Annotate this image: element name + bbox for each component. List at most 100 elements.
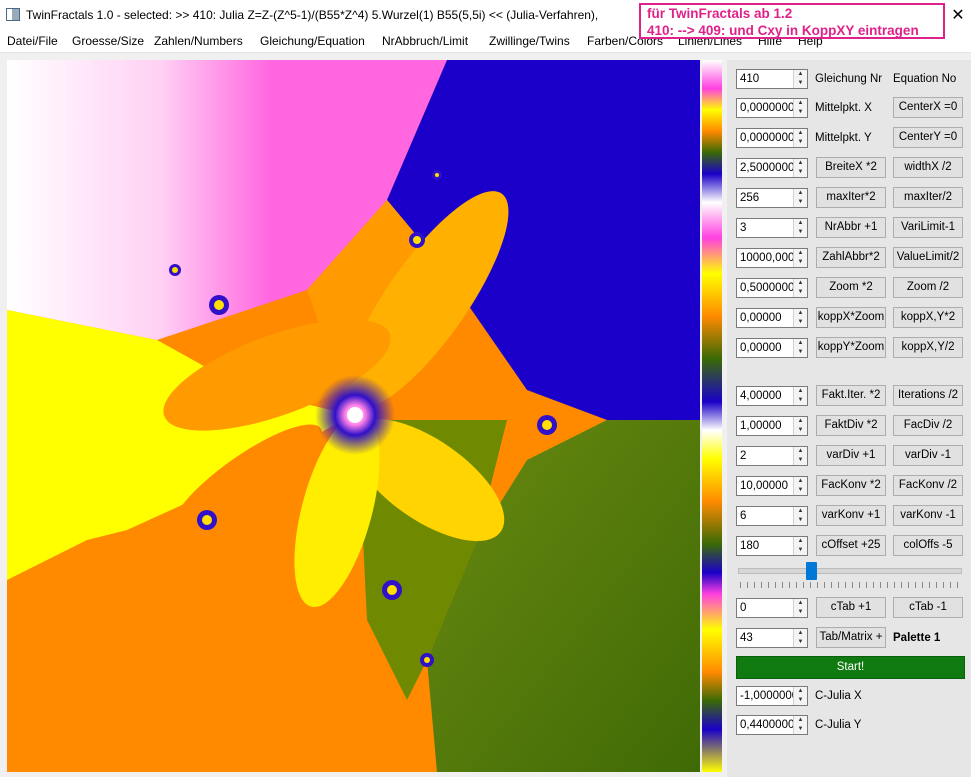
max-iter-input[interactable]: 256 ▲ ▼ <box>736 188 808 208</box>
spin-buttons[interactable]: ▲ ▼ <box>793 687 807 705</box>
zahl-abbr-double-button[interactable]: ZahlAbbr*2 <box>816 247 886 268</box>
nr-abbr-plus-button[interactable]: NrAbbr +1 <box>816 217 886 238</box>
kopp-x-zoom-button[interactable]: koppX*Zoom <box>816 307 886 328</box>
center-x-reset-button[interactable]: CenterX =0 <box>893 97 963 118</box>
spin-up-icon[interactable]: ▲ <box>794 70 807 79</box>
spin-up-icon[interactable]: ▲ <box>794 687 807 696</box>
fakt-div-input[interactable]: 1,00000 ▲ ▼ <box>736 416 808 436</box>
spin-up-icon[interactable]: ▲ <box>794 599 807 608</box>
spin-down-icon[interactable]: ▼ <box>794 258 807 267</box>
nr-abbr-input[interactable]: 3 ▲ ▼ <box>736 218 808 238</box>
c-tab-minus-button[interactable]: cTab -1 <box>893 597 963 618</box>
c-tab-input[interactable]: 0 ▲ ▼ <box>736 598 808 618</box>
spin-down-icon[interactable]: ▼ <box>794 79 807 88</box>
spin-down-icon[interactable]: ▼ <box>794 108 807 117</box>
spin-buttons[interactable]: ▲ ▼ <box>793 129 807 147</box>
spin-buttons[interactable]: ▲ ▼ <box>793 249 807 267</box>
c-julia-y-input[interactable]: 0,4400000 ▲ ▼ <box>736 715 808 735</box>
spin-up-icon[interactable]: ▲ <box>794 417 807 426</box>
kopp-x-input[interactable]: 0,00000 ▲ ▼ <box>736 308 808 328</box>
fac-konv-half-button[interactable]: FacKonv /2 <box>893 475 963 496</box>
var-div-plus-button[interactable]: varDiv +1 <box>816 445 886 466</box>
center-y-reset-button[interactable]: CenterY =0 <box>893 127 963 148</box>
zoom-half-button[interactable]: Zoom /2 <box>893 277 963 298</box>
spin-up-icon[interactable]: ▲ <box>794 159 807 168</box>
spin-up-icon[interactable]: ▲ <box>794 387 807 396</box>
kopp-xy-half-button[interactable]: koppX,Y/2 <box>893 337 963 358</box>
c-offset-plus-button[interactable]: cOffset +25 <box>816 535 886 556</box>
spin-down-icon[interactable]: ▼ <box>794 696 807 705</box>
spin-buttons[interactable]: ▲ ▼ <box>793 309 807 327</box>
value-limit-half-button[interactable]: ValueLimit/2 <box>893 247 963 268</box>
spin-down-icon[interactable]: ▼ <box>794 456 807 465</box>
var-konv-minus-button[interactable]: varKonv -1 <box>893 505 963 526</box>
menu-zwillinge-twins[interactable]: Zwillinge/Twins <box>489 34 570 48</box>
spin-buttons[interactable]: ▲ ▼ <box>793 599 807 617</box>
spin-buttons[interactable]: ▲ ▼ <box>793 477 807 495</box>
center-y-input[interactable]: 0,0000000 ▲ ▼ <box>736 128 808 148</box>
spin-down-icon[interactable]: ▼ <box>794 348 807 357</box>
spin-down-icon[interactable]: ▼ <box>794 725 807 734</box>
max-iter-double-button[interactable]: maxIter*2 <box>816 187 886 208</box>
var-konv-plus-button[interactable]: varKonv +1 <box>816 505 886 526</box>
iterations-half-button[interactable]: Iterations /2 <box>893 385 963 406</box>
spin-down-icon[interactable]: ▼ <box>794 396 807 405</box>
kopp-xy-double-button[interactable]: koppX,Y*2 <box>893 307 963 328</box>
spin-buttons[interactable]: ▲ ▼ <box>793 629 807 647</box>
start-button[interactable]: Start! <box>736 656 965 679</box>
tab-matrix-input[interactable]: 43 ▲ ▼ <box>736 628 808 648</box>
max-iter-half-button[interactable]: maxIter/2 <box>893 187 963 208</box>
spin-up-icon[interactable]: ▲ <box>794 189 807 198</box>
fac-div-half-button[interactable]: FacDiv /2 <box>893 415 963 436</box>
vari-limit-minus-button[interactable]: VariLimit-1 <box>893 217 963 238</box>
menu-datei-file[interactable]: Datei/File <box>7 34 58 48</box>
fakt-iter-double-button[interactable]: Fakt.Iter. *2 <box>816 385 886 406</box>
close-button[interactable]: ✕ <box>945 0 971 30</box>
spin-down-icon[interactable]: ▼ <box>794 198 807 207</box>
equation-nr-input[interactable]: 410 ▲ ▼ <box>736 69 808 89</box>
spin-down-icon[interactable]: ▼ <box>794 546 807 555</box>
var-div-minus-button[interactable]: varDiv -1 <box>893 445 963 466</box>
width-x-half-button[interactable]: widthX /2 <box>893 157 963 178</box>
spin-down-icon[interactable]: ▼ <box>794 228 807 237</box>
spin-buttons[interactable]: ▲ ▼ <box>793 716 807 734</box>
c-julia-x-input[interactable]: -1,0000000 ▲ ▼ <box>736 686 808 706</box>
spin-buttons[interactable]: ▲ ▼ <box>793 279 807 297</box>
zahl-abbr-input[interactable]: 10000,000 ▲ ▼ <box>736 248 808 268</box>
spin-down-icon[interactable]: ▼ <box>794 426 807 435</box>
spin-buttons[interactable]: ▲ ▼ <box>793 447 807 465</box>
menu-zahlen-numbers[interactable]: Zahlen/Numbers <box>154 34 243 48</box>
spin-buttons[interactable]: ▲ ▼ <box>793 507 807 525</box>
spin-buttons[interactable]: ▲ ▼ <box>793 339 807 357</box>
spin-up-icon[interactable]: ▲ <box>794 477 807 486</box>
kopp-y-zoom-button[interactable]: koppY*Zoom <box>816 337 886 358</box>
spin-down-icon[interactable]: ▼ <box>794 288 807 297</box>
spin-down-icon[interactable]: ▼ <box>794 608 807 617</box>
col-offs-minus-button[interactable]: colOffs -5 <box>893 535 963 556</box>
center-x-input[interactable]: 0,0000000 ▲ ▼ <box>736 98 808 118</box>
menu-groesse-size[interactable]: Groesse/Size <box>72 34 144 48</box>
spin-up-icon[interactable]: ▲ <box>794 447 807 456</box>
fac-konv-double-button[interactable]: FacKonv *2 <box>816 475 886 496</box>
fac-konv-input[interactable]: 10,00000 ▲ ▼ <box>736 476 808 496</box>
spin-up-icon[interactable]: ▲ <box>794 249 807 258</box>
spin-up-icon[interactable]: ▲ <box>794 537 807 546</box>
slider-thumb[interactable] <box>805 562 817 580</box>
c-tab-plus-button[interactable]: cTab +1 <box>816 597 886 618</box>
spin-buttons[interactable]: ▲ ▼ <box>793 537 807 555</box>
spin-down-icon[interactable]: ▼ <box>794 516 807 525</box>
spin-up-icon[interactable]: ▲ <box>794 279 807 288</box>
spin-up-icon[interactable]: ▲ <box>794 629 807 638</box>
spin-up-icon[interactable]: ▲ <box>794 339 807 348</box>
spin-down-icon[interactable]: ▼ <box>794 138 807 147</box>
spin-buttons[interactable]: ▲ ▼ <box>793 417 807 435</box>
spin-buttons[interactable]: ▲ ▼ <box>793 99 807 117</box>
slider-track[interactable] <box>738 568 962 574</box>
spin-down-icon[interactable]: ▼ <box>794 318 807 327</box>
spin-down-icon[interactable]: ▼ <box>794 486 807 495</box>
spin-buttons[interactable]: ▲ ▼ <box>793 189 807 207</box>
spin-buttons[interactable]: ▲ ▼ <box>793 387 807 405</box>
spin-up-icon[interactable]: ▲ <box>794 716 807 725</box>
menu-nrabbruch-limit[interactable]: NrAbbruch/Limit <box>382 34 468 48</box>
kopp-y-input[interactable]: 0,00000 ▲ ▼ <box>736 338 808 358</box>
